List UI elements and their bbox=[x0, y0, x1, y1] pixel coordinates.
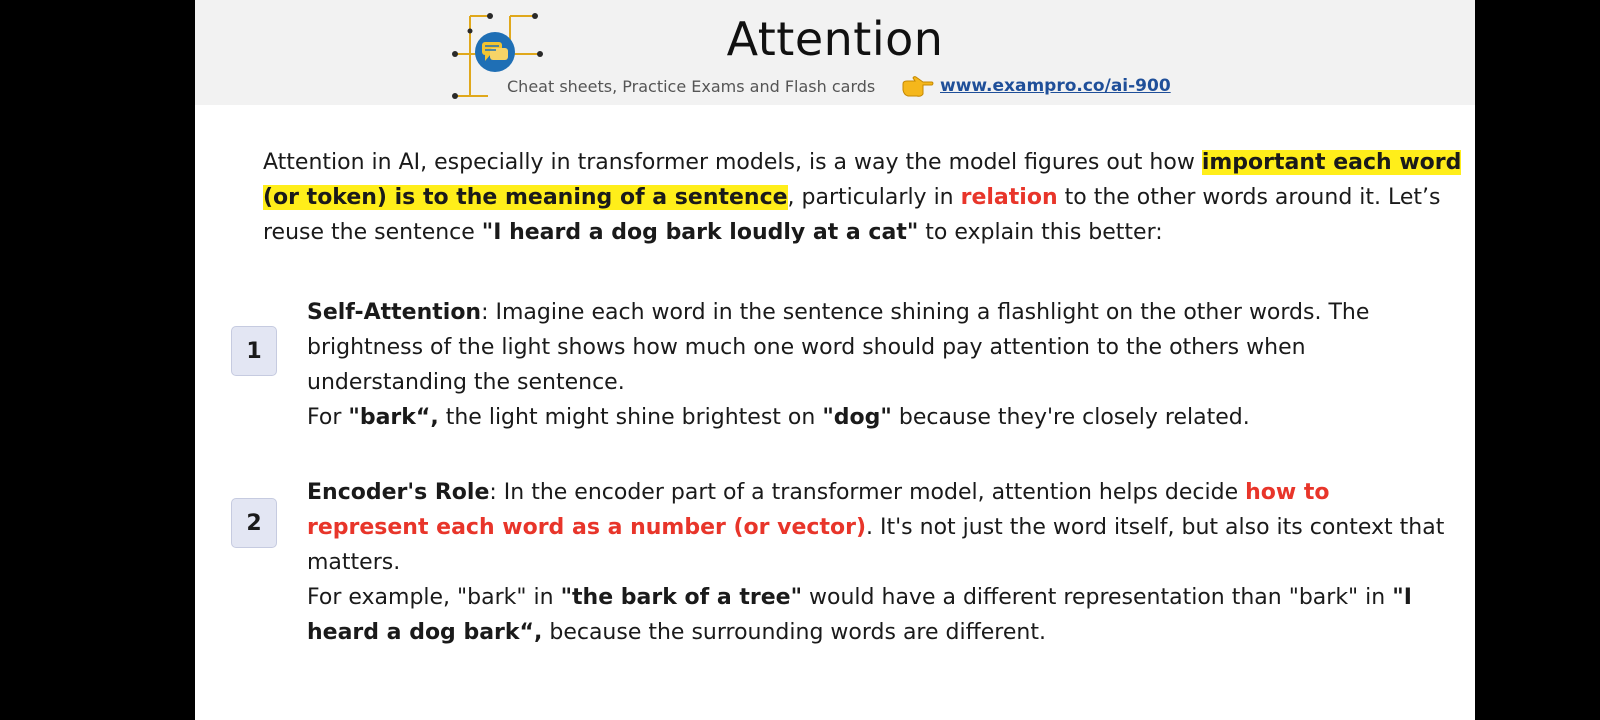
item-text: For bbox=[307, 405, 349, 430]
self-attention-example: For "bark“, the light might shine bright… bbox=[307, 400, 1447, 435]
item-bold: "bark“, bbox=[348, 405, 439, 430]
self-attention-line: Self-Attention: Imagine each word in the… bbox=[307, 295, 1447, 400]
item-text: For example, "bark" in bbox=[307, 585, 561, 610]
item-term: Encoder's Role bbox=[307, 480, 490, 505]
slide-header: Attention Cheat sheets, Practice Exams a… bbox=[195, 0, 1475, 105]
item-text: would have a different representation th… bbox=[802, 585, 1393, 610]
tagline: Cheat sheets, Practice Exams and Flash c… bbox=[507, 77, 876, 96]
item-bold: "the bark of a tree" bbox=[560, 585, 803, 610]
encoder-role-item: Encoder's Role: In the encoder part of a… bbox=[307, 475, 1447, 650]
item-text: the light might shine brightest on bbox=[438, 405, 823, 430]
pointing-hand-icon bbox=[902, 76, 934, 97]
self-attention-item: Self-Attention: Imagine each word in the… bbox=[307, 295, 1447, 435]
item-text: : In the encoder part of a transformer m… bbox=[489, 480, 1246, 505]
intro-paragraph: Attention in AI, especially in transform… bbox=[263, 145, 1463, 250]
intro-text: , particularly in bbox=[787, 185, 961, 210]
intro-relation: relation bbox=[960, 185, 1058, 210]
intro-quote: "I heard a dog bark loudly at a cat" bbox=[481, 220, 919, 245]
item-text: because they're closely related. bbox=[891, 405, 1250, 430]
encoder-role-line: Encoder's Role: In the encoder part of a… bbox=[307, 475, 1447, 580]
encoder-role-example: For example, "bark" in "the bark of a tr… bbox=[307, 580, 1447, 650]
intro-text: Attention in AI, especially in transform… bbox=[263, 150, 1202, 175]
exampro-link[interactable]: www.exampro.co/ai-900 bbox=[940, 76, 1171, 96]
intro-text: to explain this better: bbox=[918, 220, 1163, 245]
item-number-badge: 1 bbox=[231, 326, 277, 376]
slide: Attention Cheat sheets, Practice Exams a… bbox=[195, 0, 1475, 720]
item-number-badge: 2 bbox=[231, 498, 277, 548]
item-bold: "dog" bbox=[822, 405, 892, 430]
item-term: Self-Attention bbox=[307, 300, 482, 325]
page-title: Attention bbox=[726, 12, 944, 66]
item-text: because the surrounding words are differ… bbox=[542, 620, 1046, 645]
